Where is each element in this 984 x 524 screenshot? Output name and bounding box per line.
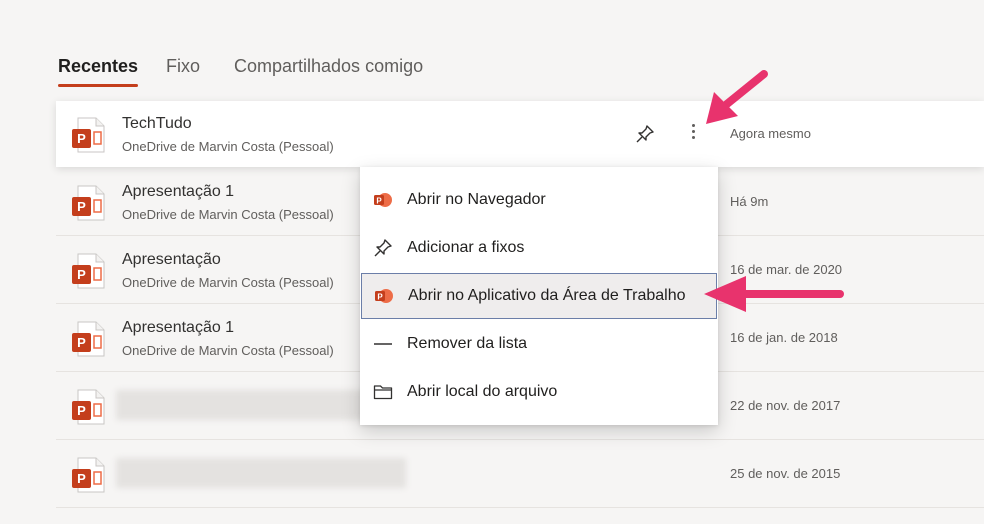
pin-icon [374,239,392,257]
powerpoint-file-icon: P [72,389,105,425]
svg-text:P: P [77,403,86,418]
file-row[interactable]: P 25 de nov. de 2015 [56,441,984,508]
powerpoint-file-icon: P [72,321,105,357]
menu-item-label: Abrir no Navegador [407,191,546,208]
menu-item-label: Adicionar a fixos [407,239,525,256]
file-location: OneDrive de Marvin Costa (Pessoal) [122,139,334,154]
file-date: 22 de nov. de 2017 [730,398,841,413]
menu-item-add-pin[interactable]: Adicionar a fixos [360,225,718,271]
file-context-menu: P Abrir no Navegador Adicionar a fixos P… [360,167,718,425]
annotation-arrow-icon [706,70,768,124]
powerpoint-file-icon: P [72,457,105,493]
powerpoint-file-icon: P [72,185,105,221]
svg-text:P: P [77,131,86,146]
file-date: 25 de nov. de 2015 [730,466,841,481]
folder-icon [373,385,393,400]
blurred-file-name [116,458,406,488]
tab-recentes[interactable]: Recentes [58,56,139,87]
file-date: Agora mesmo [730,126,811,141]
file-title[interactable]: Apresentação [122,251,221,269]
menu-item-open-location[interactable]: Abrir local do arquivo [360,369,718,415]
powerpoint-icon: P [375,289,393,303]
file-title[interactable]: Apresentação 1 [122,319,234,337]
tab-fixo[interactable]: Fixo [166,56,200,77]
menu-item-label: Abrir no Aplicativo da Área de Trabalho [408,287,686,304]
file-location: OneDrive de Marvin Costa (Pessoal) [122,275,334,290]
tab-compartilhados[interactable]: Compartilhados comigo [234,56,423,77]
file-row[interactable]: P TechTudo OneDrive de Marvin Costa (Pes… [56,101,984,167]
file-location: OneDrive de Marvin Costa (Pessoal) [122,207,334,222]
annotation-arrow-icon [704,276,844,312]
more-options-icon[interactable] [686,121,700,147]
menu-item-label: Abrir local do arquivo [407,383,558,400]
menu-item-remove[interactable]: Remover da lista [360,321,718,367]
svg-text:P: P [377,293,383,302]
menu-item-label: Remover da lista [407,335,528,352]
pin-icon[interactable] [634,123,656,145]
svg-text:P: P [376,197,382,206]
svg-text:P: P [77,267,86,282]
powerpoint-icon: P [374,193,392,207]
file-date: Há 9m [730,194,769,209]
file-title[interactable]: TechTudo [122,115,192,133]
file-date: 16 de jan. de 2018 [730,330,838,345]
file-title[interactable]: Apresentação 1 [122,183,234,201]
svg-text:P: P [77,471,86,486]
svg-text:P: P [77,335,86,350]
menu-item-open-desktop-app[interactable]: P Abrir no Aplicativo da Área de Trabalh… [361,273,717,319]
powerpoint-file-icon: P [72,117,105,153]
file-location: OneDrive de Marvin Costa (Pessoal) [122,343,334,358]
remove-icon [374,343,392,345]
powerpoint-file-icon: P [72,253,105,289]
svg-text:P: P [77,199,86,214]
menu-item-open-browser[interactable]: P Abrir no Navegador [360,177,718,223]
